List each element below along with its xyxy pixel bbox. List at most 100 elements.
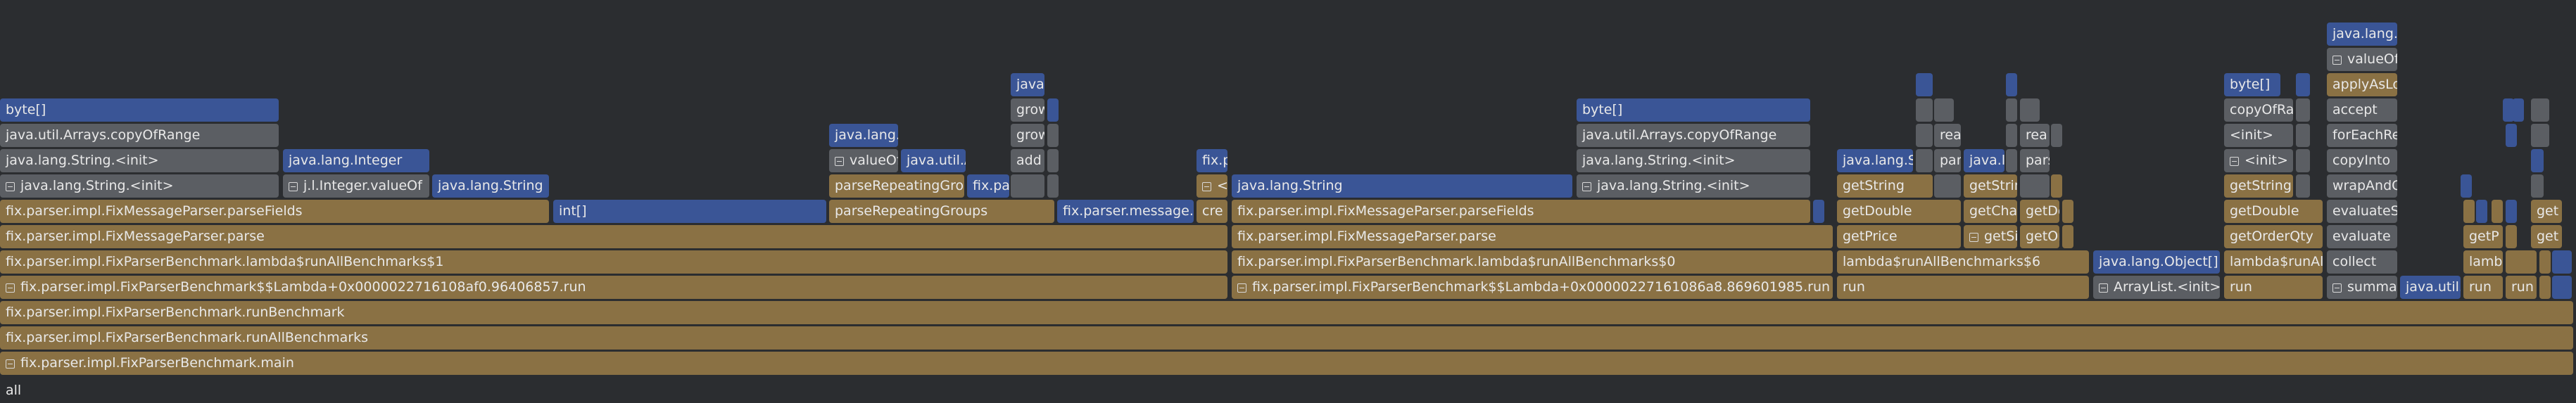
frame-brown-tiny-6[interactable] <box>2051 174 2062 198</box>
frame-gray-tiny-17[interactable] <box>2020 98 2040 122</box>
frame-gray-tiny-4[interactable] <box>1047 149 1059 172</box>
frame-jl-integer-value-of[interactable]: j.l.Integer.valueOf <box>283 174 429 198</box>
collapse-icon[interactable] <box>1202 182 1211 191</box>
frame-lambda-1[interactable]: fix.parser.impl.FixParserBenchmark.lambd… <box>0 250 1227 274</box>
frame-get-or[interactable]: getOr <box>2020 225 2059 248</box>
collapse-icon[interactable] <box>2332 283 2342 293</box>
frame-brown-tiny-2[interactable] <box>2539 250 2551 274</box>
frame-gray-tiny-9[interactable] <box>1916 124 1933 147</box>
collapse-icon[interactable] <box>2099 283 2108 293</box>
frame-run-tiny[interactable] <box>2539 276 2551 299</box>
frame-java-lang-s[interactable]: java.lang.S <box>1837 149 1913 172</box>
frame-blue-tiny-8[interactable] <box>2506 124 2517 147</box>
frame-brown-tiny-4[interactable] <box>2463 200 2475 223</box>
frame-gray-tiny-11[interactable] <box>2051 124 2062 147</box>
frame-blue-tiny-5[interactable] <box>2506 200 2517 223</box>
collapse-icon[interactable] <box>2332 56 2342 65</box>
collapse-icon[interactable] <box>6 182 15 191</box>
frame-run-all-benchmarks[interactable]: fix.parser.impl.FixParserBenchmark.runAl… <box>0 326 2573 350</box>
frame-blue-tiny-2[interactable] <box>2552 250 2572 274</box>
frame-summar[interactable]: summar <box>2327 276 2397 299</box>
frame-arraylist-init[interactable]: ArrayList.<init> <box>2093 276 2220 299</box>
frame-int-array[interactable]: int[] <box>553 200 826 223</box>
frame-object-array[interactable]: java.lang.Object[] <box>2093 250 2220 274</box>
frame-blue-tiny-7[interactable] <box>2531 149 2544 172</box>
frame-run-abbrev-2[interactable]: run <box>2506 276 2537 299</box>
frame-gray-tiny-15[interactable] <box>1934 98 1954 122</box>
frame-value-of[interactable]: valueOf <box>829 149 898 172</box>
frame-grow-2[interactable]: grow <box>1011 98 1044 122</box>
frame-get-double-2[interactable]: getDouble <box>2224 200 2323 223</box>
frame-wrap-and-c[interactable]: wrapAndC <box>2327 174 2397 198</box>
collapse-icon[interactable] <box>835 157 844 166</box>
frame-byte-array-3[interactable]: byte[] <box>2224 73 2280 96</box>
frame-brown-tiny-3[interactable] <box>2506 225 2517 248</box>
frame-lambda-run-left[interactable]: fix.parser.impl.FixParserBenchmark$$Lamb… <box>0 276 1227 299</box>
frame-init-4[interactable]: <init> <box>2224 149 2293 172</box>
frame-accept[interactable]: accept <box>2327 98 2397 122</box>
frame-gray-tiny-12[interactable] <box>2296 124 2310 147</box>
frame-java-util[interactable]: java.util. <box>2400 276 2461 299</box>
frame-blue-tiny-4[interactable] <box>2476 200 2487 223</box>
frame-java-util-a[interactable]: java.util.A <box>901 149 966 172</box>
frame-lambda-6[interactable]: lambda$runAllBenchmarks$6 <box>1837 250 2089 274</box>
frame-add[interactable]: add <box>1011 149 1044 172</box>
frame-for-each-re[interactable]: forEachRe <box>2327 124 2397 147</box>
frame-gray-tiny-13[interactable] <box>2531 124 2549 147</box>
frame-blue-small[interactable] <box>1813 200 1824 223</box>
frame-brown-small-2[interactable] <box>2062 200 2073 223</box>
frame-parse-repeating-grou[interactable]: parseRepeatingGrou <box>829 174 964 198</box>
frame-copy-of-range-left[interactable]: java.util.Arrays.copyOfRange <box>0 124 279 147</box>
collapse-icon[interactable] <box>1582 182 1591 191</box>
frame-brown-small[interactable] <box>2062 225 2073 248</box>
collapse-icon[interactable] <box>1969 233 1978 242</box>
frame-get-string[interactable]: getString <box>1837 174 1933 198</box>
frame-java-l[interactable]: java.l <box>1964 149 2004 172</box>
frame-gray-tiny-19[interactable] <box>2531 98 2549 122</box>
frame-get-strin[interactable]: getStrin <box>1964 174 2017 198</box>
frame-gray-tiny[interactable] <box>1047 174 1059 198</box>
frame-copy-of-range-mid[interactable]: java.util.Arrays.copyOfRange <box>1577 124 1810 147</box>
frame-java-lang-integer[interactable]: java.lang.Integer <box>283 149 429 172</box>
collapse-icon[interactable] <box>289 182 298 191</box>
frame-collect[interactable]: collect <box>2327 250 2397 274</box>
frame-cre[interactable]: cre <box>1197 200 1227 223</box>
frame-rea-1[interactable]: rea <box>1934 124 1961 147</box>
frame-rea-2[interactable]: rea <box>2020 124 2050 147</box>
frame-java-lang[interactable]: java.lang. <box>829 124 898 147</box>
frame-fix-p[interactable]: fix.p <box>1197 149 1227 172</box>
frame-blue-tiny-11[interactable] <box>2513 98 2524 122</box>
frame-init-abbrev[interactable]: <init <box>1197 174 1227 198</box>
frame-parse-mid[interactable]: fix.parser.impl.FixMessageParser.parse <box>1232 225 1833 248</box>
frame-value-of-2[interactable]: valueOf <box>2327 48 2397 71</box>
frame-gray-tiny-6[interactable] <box>2006 149 2017 172</box>
frame-lamb-tiny[interactable] <box>2506 250 2537 274</box>
frame-copy-of-ra[interactable]: copyOfRa <box>2224 98 2293 122</box>
frame-gray-tiny-18[interactable] <box>2296 98 2310 122</box>
frame-grow-1[interactable]: grow <box>1011 124 1044 147</box>
frame-gray-small[interactable] <box>1011 174 1044 198</box>
frame-evaluate-s[interactable]: evaluateS <box>2327 200 2397 223</box>
frame-java-lang-string-left[interactable]: java.lang.String <box>432 174 549 198</box>
frame-get-double[interactable]: getDouble <box>1837 200 1961 223</box>
frame-pars[interactable]: pars <box>2020 149 2050 172</box>
frame-byte-array-left[interactable]: byte[] <box>0 98 279 122</box>
frame-blue-tiny-12[interactable] <box>1916 73 1933 96</box>
frame-gray-tiny-5[interactable] <box>1916 149 1933 172</box>
frame-lamb[interactable]: lamb <box>2463 250 2503 274</box>
collapse-icon[interactable] <box>6 359 15 369</box>
frame-string-init-mid[interactable]: java.lang.String.<init> <box>1577 174 1810 198</box>
frame-gray-small-3[interactable] <box>2020 174 2050 198</box>
frame-get-cha[interactable]: getCha <box>1964 200 2017 223</box>
frame-java-lang-string-mid[interactable]: java.lang.String <box>1232 174 1572 198</box>
frame-gray-tiny-8[interactable] <box>1047 124 1059 147</box>
frame-copy-into[interactable]: copyInto <box>2327 149 2397 172</box>
frame-gray-tiny-7[interactable] <box>2296 149 2310 172</box>
frame-par[interactable]: par <box>1934 149 1961 172</box>
frame-run-abbrev[interactable]: run <box>2463 276 2503 299</box>
frame-gray-small-2[interactable] <box>1934 174 1961 198</box>
frame-get-price[interactable]: getPrice <box>1837 225 1961 248</box>
frame-byte-array-mid[interactable]: byte[] <box>1577 98 1810 122</box>
frame-get-abbrev[interactable]: get <box>2531 225 2562 248</box>
frame-apply-as-lo[interactable]: applyAsLo <box>2327 73 2397 96</box>
